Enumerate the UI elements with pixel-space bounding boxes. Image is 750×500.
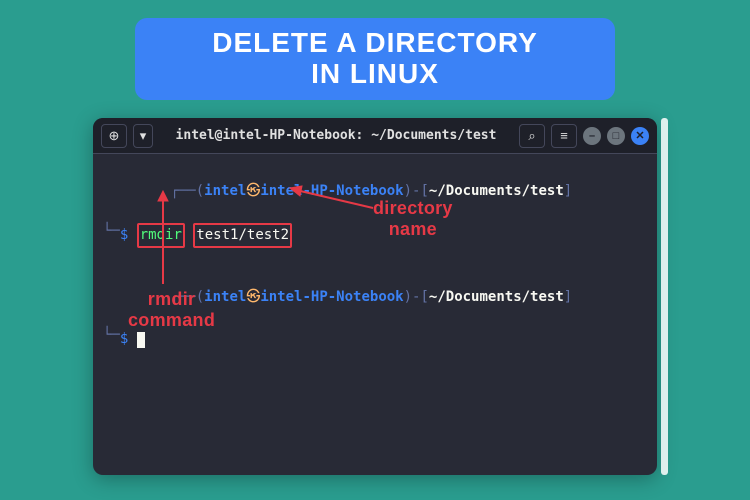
prompt-close-brack: ] [564,183,572,199]
new-tab-button[interactable]: ⊕ [101,124,127,148]
scrollbar[interactable] [661,118,668,475]
titlebar-left-controls: ⊕ ▾ [101,124,153,148]
maximize-button[interactable]: □ [607,127,625,145]
prompt-open-art: ┌──( [170,183,204,199]
prompt-user: intel [204,183,246,199]
annotation-rmdir: rmdir command [128,289,215,330]
prompt-line-2b: └─$ [103,329,647,350]
search-button[interactable]: ⌕ [519,124,545,148]
command-arg: test1/test2 [196,227,289,243]
maximize-icon: □ [613,130,620,142]
terminal-body[interactable]: ┌──(intel㉿intel-HP-Notebook)-[~/Document… [93,154,657,475]
terminal-container: ⊕ ▾ intel@intel-HP-Notebook: ~/Documents… [93,118,657,475]
close-icon: ✕ [635,129,644,142]
prompt-path: ~/Documents/test [429,183,564,199]
dirname-arrow [288,184,378,214]
hamburger-menu-button[interactable]: ≡ [551,124,577,148]
rmdir-arrow [153,189,173,289]
prompt-at: ㉿ [246,183,260,199]
minimize-button[interactable]: – [583,127,601,145]
prompt-tree-art: └─ [103,221,120,242]
window-title: intel@intel-HP-Notebook: ~/Documents/tes… [153,128,519,143]
prompt-sigil: $ [120,225,128,246]
page-title-banner: DELETE A DIRECTORY IN LINUX [135,18,615,100]
titlebar-right-controls: ⌕ ≡ – □ ✕ [519,124,649,148]
minimize-icon: – [589,130,595,142]
search-icon: ⌕ [528,128,535,144]
terminal-window: ⊕ ▾ intel@intel-HP-Notebook: ~/Documents… [93,118,657,475]
prompt-close-paren: )-[ [404,183,429,199]
chevron-down-icon: ▾ [140,128,147,144]
tab-dropdown-button[interactable]: ▾ [133,124,153,148]
dirname-highlight-box: test1/test2 [193,223,292,248]
menu-icon: ≡ [560,128,568,143]
cursor [137,332,145,348]
page-title-line2: IN LINUX [155,59,595,90]
annotation-dirname: directory name [373,198,453,239]
page-title-line1: DELETE A DIRECTORY [155,28,595,59]
new-tab-icon: ⊕ [109,128,120,144]
close-button[interactable]: ✕ [631,127,649,145]
titlebar: ⊕ ▾ intel@intel-HP-Notebook: ~/Documents… [93,118,657,154]
